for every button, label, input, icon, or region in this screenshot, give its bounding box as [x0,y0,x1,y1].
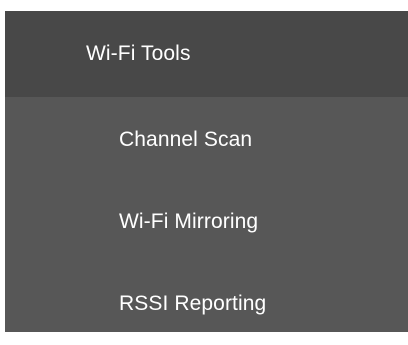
menu-item-channel-scan[interactable]: Channel Scan [5,97,408,181]
menu-header-wifi-tools[interactable]: Wi-Fi Tools [5,11,408,97]
menu-header-label: Wi-Fi Tools [86,42,191,65]
wifi-tools-menu: Wi-Fi Tools Channel Scan Wi-Fi Mirroring… [5,11,408,332]
menu-item-label: Channel Scan [119,128,253,151]
menu-item-label: RSSI Reporting [119,292,267,315]
menu-item-wifi-mirroring[interactable]: Wi-Fi Mirroring [5,181,408,263]
menu-item-rssi-reporting[interactable]: RSSI Reporting [5,263,408,345]
menu-item-label: Wi-Fi Mirroring [119,210,259,233]
wifi-tools-submenu: Channel Scan Wi-Fi Mirroring RSSI Report… [5,97,408,345]
